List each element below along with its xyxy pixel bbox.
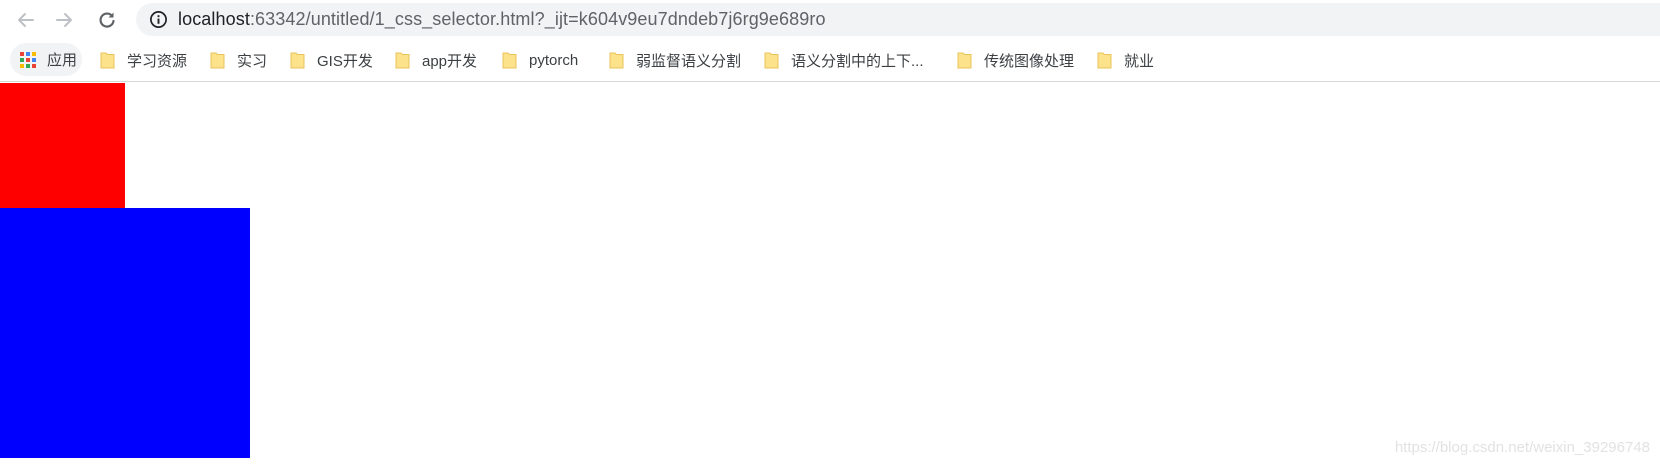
bookmark-folder-gis-dev[interactable]: GIS开发	[290, 44, 373, 76]
bookmark-label: 语义分割中的上下...	[791, 52, 924, 70]
folder-icon	[290, 52, 305, 69]
reload-button[interactable]	[93, 6, 121, 34]
info-icon[interactable]	[149, 10, 168, 29]
url-text[interactable]: localhost:63342/untitled/1_css_selector.…	[178, 3, 826, 36]
folder-icon	[210, 52, 225, 69]
bookmark-folder-app-dev[interactable]: app开发	[395, 44, 477, 76]
watermark-text: https://blog.csdn.net/weixin_39296748	[1394, 439, 1650, 456]
folder-icon	[502, 52, 517, 69]
folder-icon	[609, 52, 624, 69]
forward-button[interactable]	[50, 6, 78, 34]
bookmark-folder-employment[interactable]: 就业	[1097, 44, 1154, 76]
page-viewport: https://blog.csdn.net/weixin_39296748	[0, 82, 1660, 464]
browser-toolbar: localhost:63342/untitled/1_css_selector.…	[0, 0, 1660, 40]
bookmark-label: 弱监督语义分割	[636, 52, 742, 70]
bookmark-label: pytorch	[529, 51, 579, 69]
url-host: localhost	[178, 9, 250, 29]
arrow-right-icon	[56, 13, 72, 27]
arrow-left-icon	[18, 13, 34, 27]
bookmark-folder-study-resources[interactable]: 学习资源	[100, 44, 187, 76]
bookmark-label: app开发	[422, 52, 478, 70]
reload-icon	[99, 12, 115, 28]
folder-icon	[764, 52, 779, 69]
bookmark-label: 传统图像处理	[984, 52, 1075, 70]
apps-shortcut[interactable]: 应用	[10, 43, 82, 76]
address-bar[interactable]: localhost:63342/untitled/1_css_selector.…	[136, 3, 1660, 36]
bookmark-label: 实习	[237, 52, 268, 70]
bookmark-folder-traditional-image-processing[interactable]: 传统图像处理	[957, 44, 1074, 76]
browser-window: localhost:63342/untitled/1_css_selector.…	[0, 0, 1660, 464]
blue-square	[0, 208, 250, 458]
bookmark-folder-internship[interactable]: 实习	[210, 44, 267, 76]
folder-icon	[395, 52, 410, 69]
url-path: :63342/untitled/1_css_selector.html?_ijt…	[249, 9, 826, 29]
bookmarks-bar: 应用 学习资源 实习 GIS开发 app开发 pytorch 弱监督语义分割 语…	[0, 40, 1660, 82]
bookmark-label: GIS开发	[317, 52, 373, 70]
red-square	[0, 83, 125, 208]
folder-icon	[100, 52, 115, 69]
bookmark-label: 学习资源	[127, 52, 188, 70]
apps-grid-icon	[20, 52, 36, 68]
bookmark-folder-pytorch[interactable]: pytorch	[502, 44, 578, 76]
apps-label: 应用	[47, 52, 78, 69]
bookmark-label: 就业	[1124, 52, 1155, 70]
folder-icon	[1097, 52, 1112, 69]
bookmark-folder-weakly-supervised-seg[interactable]: 弱监督语义分割	[609, 44, 741, 76]
bookmark-folder-context-seg[interactable]: 语义分割中的上下...	[764, 44, 924, 76]
back-button[interactable]	[12, 6, 40, 34]
folder-icon	[957, 52, 972, 69]
